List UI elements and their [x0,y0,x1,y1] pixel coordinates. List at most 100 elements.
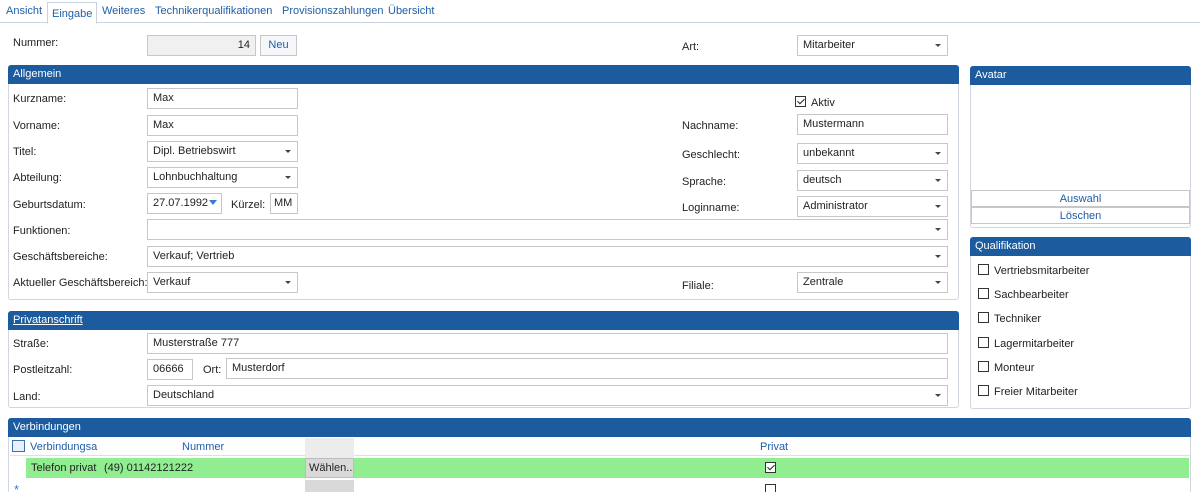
geburtsdatum-label: Geburtsdatum: [13,199,86,211]
aktiv-checkbox[interactable] [795,96,806,107]
land-select[interactable]: Deutschland [147,385,948,406]
column-header-nummer[interactable]: Nummer [182,441,224,453]
vertriebsmitarbeiter-label: Vertriebsmitarbeiter [994,265,1089,277]
geschaeftsbereiche-select[interactable]: Verkauf; Vertrieb [147,246,948,267]
nummer-field[interactable]: 14 [147,35,256,56]
sprache-label: Sprache: [682,176,726,188]
chevron-down-icon [935,179,941,182]
kuerzel-field[interactable]: MM [270,193,298,214]
row-nummer: (49) 01142121222 [104,462,193,474]
table-row[interactable] [26,458,1189,478]
titel-label: Titel: [13,146,36,158]
geburtsdatum-value: 27.07.1992 [153,197,208,209]
postleitzahl-label: Postleitzahl: [13,364,72,376]
aktiv-label: Aktiv [811,97,835,109]
vorname-field[interactable]: Max [147,115,298,136]
tab-eingabe[interactable]: Eingabe [47,2,97,24]
aktueller-geschaeftsbereich-select[interactable]: Verkauf [147,272,298,293]
tab-technikerqualifikationen[interactable]: Technikerqualifikationen [155,4,272,23]
row-verbindungsart: Telefon privat [31,462,96,474]
titel-value: Dipl. Betriebswirt [153,145,236,157]
column-header-privat[interactable]: Privat [760,441,788,453]
allgemein-header: Allgemein [8,65,959,84]
geschlecht-select[interactable]: unbekannt [797,143,948,164]
verbindungen-header: Verbindungen [8,418,1191,437]
strasse-field[interactable]: Musterstraße 777 [147,333,948,354]
chevron-down-icon [935,205,941,208]
calendar-dropdown-icon[interactable] [209,200,217,205]
monteur-checkbox[interactable] [978,361,989,372]
land-value: Deutschland [153,389,214,401]
freier-mitarbeiter-checkbox[interactable] [978,385,989,396]
abteilung-value: Lohnbuchhaltung [153,171,237,183]
geschaeftsbereiche-value: Verkauf; Vertrieb [153,250,234,262]
nummer-label: Nummer: [13,37,58,49]
loginname-select[interactable]: Administrator [797,196,948,217]
sachbearbeiter-checkbox[interactable] [978,288,989,299]
chevron-down-icon [935,228,941,231]
ort-label: Ort: [203,364,221,376]
chevron-down-icon [935,255,941,258]
abteilung-select[interactable]: Lohnbuchhaltung [147,167,298,188]
techniker-label: Techniker [994,313,1041,325]
sachbearbeiter-label: Sachbearbeiter [994,289,1069,301]
vertriebsmitarbeiter-checkbox[interactable] [978,264,989,275]
freier-mitarbeiter-label: Freier Mitarbeiter [994,386,1078,398]
loginname-label: Loginname: [682,202,740,214]
nachname-field[interactable]: Mustermann [797,114,948,135]
tab-provisionszahlungen[interactable]: Provisionszahlungen [282,4,384,23]
chevron-down-icon [935,44,941,47]
monteur-label: Monteur [994,362,1034,374]
privatanschrift-title[interactable]: Privatanschrift [13,314,83,326]
geschlecht-value: unbekannt [803,147,854,159]
lagermitarbeiter-checkbox[interactable] [978,337,989,348]
avatar-loeschen-button[interactable]: Löschen [971,207,1190,224]
tab-ansicht[interactable]: Ansicht [6,4,42,23]
qualifikation-header: Qualifikation [970,237,1191,256]
tab-weiteres[interactable]: Weiteres [102,4,145,23]
land-label: Land: [13,391,41,403]
tab-bar: Ansicht Eingabe Weiteres Technikerqualif… [0,0,1200,23]
aktueller-geschaeftsbereich-label: Aktueller Geschäftsbereich: [13,277,148,289]
strasse-label: Straße: [13,338,49,350]
kurzname-label: Kurzname: [13,93,66,105]
neu-button[interactable]: Neu [260,35,297,56]
grid-header-spacer [305,438,354,458]
waehlen-button[interactable]: Wählen.. [305,458,354,478]
funktionen-label: Funktionen: [13,225,70,237]
filiale-label: Filiale: [682,280,714,292]
titel-select[interactable]: Dipl. Betriebswirt [147,141,298,162]
new-row-button-cell[interactable] [305,480,354,492]
funktionen-select[interactable] [147,219,948,240]
art-value: Mitarbeiter [803,39,855,51]
geburtsdatum-field[interactable]: 27.07.1992 [147,193,222,214]
privatanschrift-header: Privatanschrift [8,311,959,330]
tab-uebersicht[interactable]: Übersicht [388,4,434,23]
sprache-value: deutsch [803,174,842,186]
geschaeftsbereiche-label: Geschäftsbereiche: [13,251,108,263]
art-select[interactable]: Mitarbeiter [797,35,948,56]
abteilung-label: Abteilung: [13,172,62,184]
chevron-down-icon [285,281,291,284]
avatar-header: Avatar [970,66,1191,85]
new-row-privat-checkbox[interactable] [765,484,776,492]
avatar-auswahl-button[interactable]: Auswahl [971,190,1190,207]
chevron-down-icon [935,281,941,284]
row-privat-checkbox[interactable] [765,462,776,473]
postleitzahl-field[interactable]: 06666 [147,359,193,380]
techniker-checkbox[interactable] [978,312,989,323]
chevron-down-icon [285,176,291,179]
column-header-verbindungsart[interactable]: Verbindungsa [30,441,97,453]
grid-layout-icon[interactable] [12,440,25,452]
sprache-select[interactable]: deutsch [797,170,948,191]
filiale-select[interactable]: Zentrale [797,272,948,293]
nachname-label: Nachname: [682,120,738,132]
art-label: Art: [682,41,699,53]
kuerzel-label: Kürzel: [231,199,265,211]
kurzname-field[interactable]: Max [147,88,298,109]
lagermitarbeiter-label: Lagermitarbeiter [994,338,1074,350]
filiale-value: Zentrale [803,276,843,288]
chevron-down-icon [285,150,291,153]
ort-field[interactable]: Musterdorf [226,358,948,379]
geschlecht-label: Geschlecht: [682,149,740,161]
